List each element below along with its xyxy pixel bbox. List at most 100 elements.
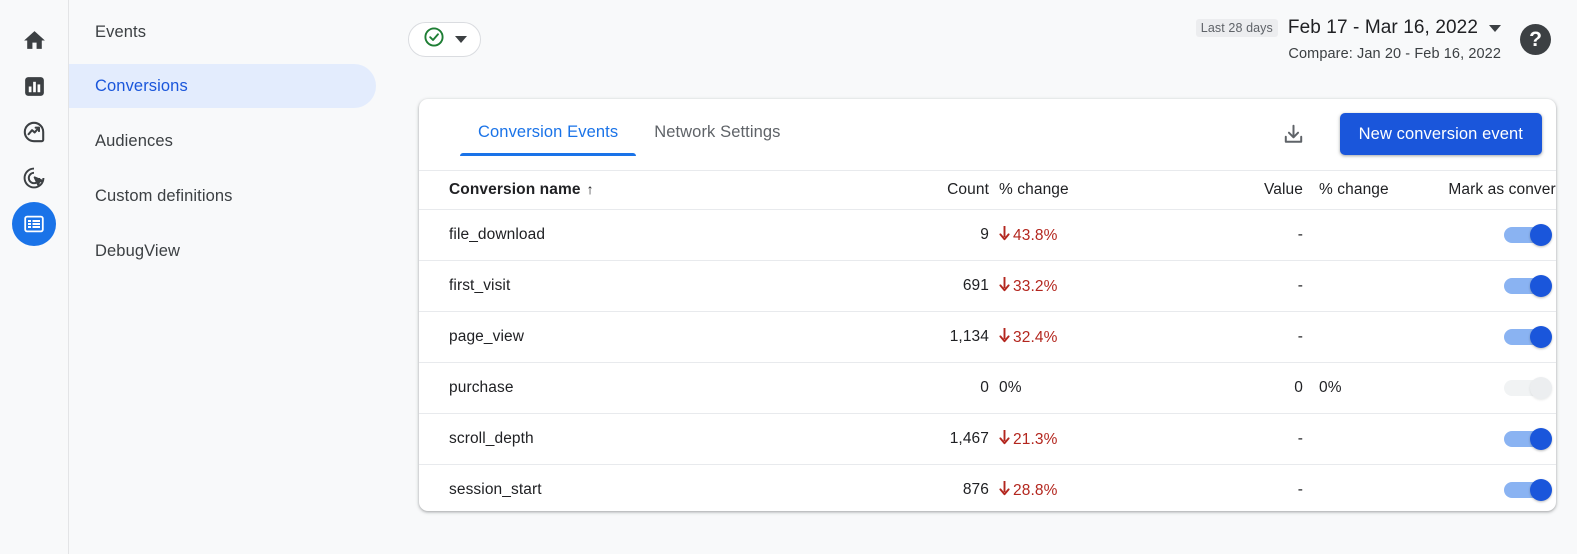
- table-row: page_view1,134 32.4% -: [419, 312, 1556, 363]
- cell-count-change: 21.3%: [989, 414, 1139, 465]
- configure-icon: [22, 212, 46, 236]
- count-change-value: 33.2%: [999, 278, 1057, 295]
- table-header-row: Conversion name↑ Count % change Value % …: [419, 171, 1556, 210]
- cell-count-change: 32.4%: [989, 312, 1139, 363]
- reports-icon: [22, 74, 47, 99]
- column-header-conversion-name[interactable]: Conversion name↑: [419, 171, 871, 210]
- column-header-label: Mark as conversion: [1448, 181, 1556, 198]
- cell-count: 1,134: [871, 312, 989, 363]
- rail-item-configure[interactable]: [12, 202, 56, 246]
- cell-count: 1,467: [871, 414, 989, 465]
- sidebar-item-custom-definitions[interactable]: Custom definitions: [69, 174, 376, 218]
- card-toolbar: Conversion Events Network Settings New c…: [419, 99, 1556, 170]
- mark-as-conversion-toggle: [1504, 378, 1552, 398]
- mark-as-conversion-toggle[interactable]: [1504, 225, 1552, 245]
- cell-mark-as-conversion: [1444, 363, 1556, 414]
- check-circle-icon: [422, 25, 446, 54]
- sidebar-item-conversions[interactable]: Conversions: [69, 64, 376, 108]
- column-header-mark-as-conversion: Mark as conversion?: [1444, 171, 1556, 210]
- count-change-value: 43.8%: [999, 227, 1057, 244]
- tab-label: Conversion Events: [478, 123, 618, 141]
- conversion-events-table: Conversion name↑ Count % change Value % …: [419, 170, 1556, 511]
- cell-count: 9: [871, 210, 989, 261]
- date-range-label[interactable]: Feb 17 - Mar 16, 2022: [1288, 17, 1478, 39]
- rail-item-explore[interactable]: [12, 110, 56, 154]
- cell-count-change: 28.8%: [989, 465, 1139, 512]
- date-compare-label: Compare: Jan 20 - Feb 16, 2022: [1196, 46, 1501, 62]
- cell-conversion-name: purchase: [419, 363, 871, 414]
- sidebar-item-label: Custom definitions: [95, 187, 233, 206]
- cell-conversion-name: session_start: [419, 465, 871, 512]
- tab-conversion-events[interactable]: Conversion Events: [460, 123, 636, 156]
- arrow-down-icon: [999, 277, 1010, 297]
- date-preset-badge: Last 28 days: [1196, 19, 1278, 37]
- column-header-value-change[interactable]: % change: [1303, 171, 1444, 210]
- sidebar-nav: Events Conversions Audiences Custom defi…: [69, 0, 399, 554]
- cell-count: 691: [871, 261, 989, 312]
- cell-value-change: [1303, 414, 1444, 465]
- chevron-down-icon[interactable]: [1489, 25, 1501, 32]
- table-header: Conversion name↑ Count % change Value % …: [419, 171, 1556, 210]
- count-change-text: 0%: [999, 379, 1022, 396]
- sidebar-item-events[interactable]: Events: [69, 10, 376, 54]
- cell-value-change: [1303, 465, 1444, 512]
- sidebar-item-debugview[interactable]: DebugView: [69, 229, 376, 273]
- arrow-down-icon: [999, 328, 1010, 348]
- card-tabs: Conversion Events Network Settings: [460, 123, 799, 156]
- count-change-text: 21.3%: [1013, 431, 1057, 448]
- cell-count-change: 33.2%: [989, 261, 1139, 312]
- sidebar-item-audiences[interactable]: Audiences: [69, 119, 376, 163]
- table-row: file_download9 43.8% -: [419, 210, 1556, 261]
- sidebar-item-label: Audiences: [95, 132, 173, 151]
- count-change-text: 32.4%: [1013, 329, 1057, 346]
- mark-as-conversion-toggle[interactable]: [1504, 276, 1552, 296]
- table-row: purchase00%00%: [419, 363, 1556, 414]
- account-status-chip[interactable]: [408, 22, 481, 57]
- column-header-count-change[interactable]: % change: [989, 171, 1139, 210]
- cell-value-change: [1303, 261, 1444, 312]
- rail-item-advertising[interactable]: [12, 156, 56, 200]
- icon-rail: [0, 0, 68, 554]
- date-range-row: Last 28 days Feb 17 - Mar 16, 2022: [1196, 14, 1501, 42]
- home-icon: [22, 28, 47, 53]
- cell-count-change: 0%: [989, 363, 1139, 414]
- cell-conversion-name: page_view: [419, 312, 871, 363]
- download-icon: [1281, 122, 1306, 152]
- sidebar-item-label: Events: [95, 23, 146, 42]
- cell-count: 876: [871, 465, 989, 512]
- mark-as-conversion-toggle[interactable]: [1504, 429, 1552, 449]
- cell-value-change: 0%: [1303, 363, 1444, 414]
- advertising-icon: [21, 165, 47, 191]
- new-conversion-event-button[interactable]: New conversion event: [1340, 113, 1542, 155]
- table-body: file_download943.8%-first_visit69133.2%-…: [419, 210, 1556, 512]
- toggle-thumb: [1530, 326, 1552, 348]
- toggle-thumb: [1530, 224, 1552, 246]
- tab-label: Network Settings: [654, 123, 780, 141]
- explore-icon: [21, 119, 47, 145]
- mark-as-conversion-toggle[interactable]: [1504, 480, 1552, 500]
- cell-mark-as-conversion: [1444, 312, 1556, 363]
- mark-as-conversion-toggle[interactable]: [1504, 327, 1552, 347]
- rail-item-reports[interactable]: [12, 64, 56, 108]
- table-row: session_start87628.8%-: [419, 465, 1556, 512]
- rail-item-home[interactable]: [12, 18, 56, 62]
- help-button[interactable]: ?: [1520, 24, 1551, 55]
- column-header-value[interactable]: Value: [1139, 171, 1303, 210]
- cell-value: 0: [1139, 363, 1303, 414]
- cell-conversion-name: file_download: [419, 210, 871, 261]
- cell-value: -: [1139, 261, 1303, 312]
- toggle-thumb: [1530, 275, 1552, 297]
- count-change-value: 32.4%: [999, 329, 1057, 346]
- cell-value: -: [1139, 210, 1303, 261]
- column-header-label: Conversion name: [449, 181, 581, 198]
- table-row: first_visit69133.2%-: [419, 261, 1556, 312]
- arrow-down-icon: [999, 226, 1010, 246]
- tab-network-settings[interactable]: Network Settings: [636, 123, 798, 156]
- cell-value: -: [1139, 312, 1303, 363]
- cell-value: -: [1139, 414, 1303, 465]
- cell-count-change: 43.8%: [989, 210, 1139, 261]
- count-change-text: 28.8%: [1013, 482, 1057, 499]
- column-header-count[interactable]: Count: [871, 171, 989, 210]
- cell-mark-as-conversion: [1444, 414, 1556, 465]
- download-button[interactable]: [1273, 117, 1313, 157]
